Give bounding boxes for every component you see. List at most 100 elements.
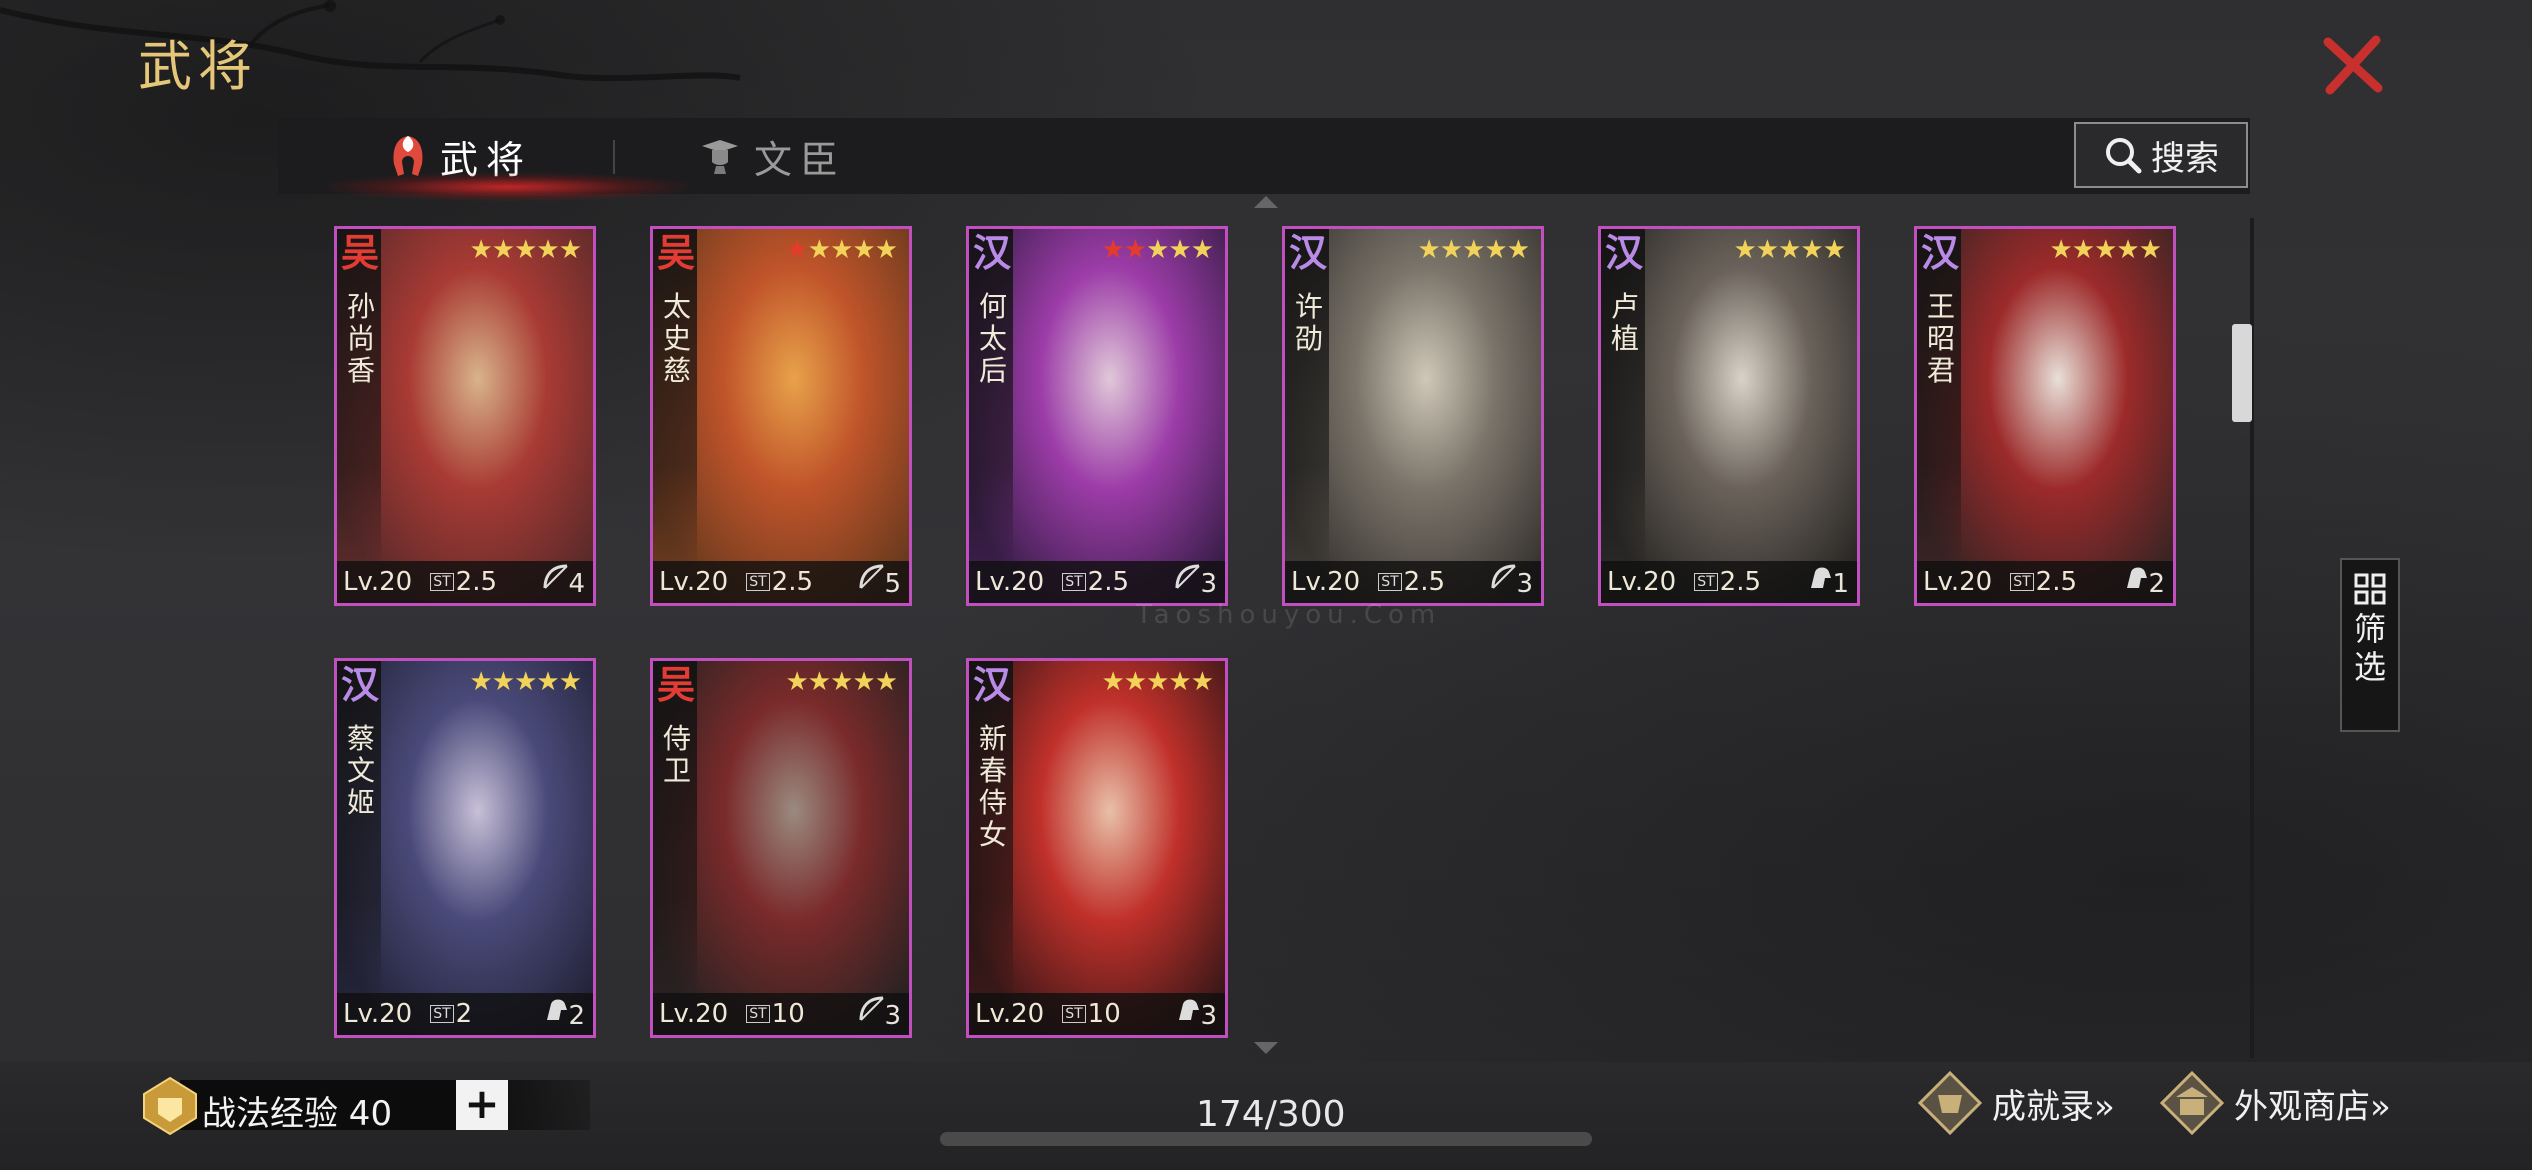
name-bar [653,661,697,1001]
filter-label: 筛选 [2354,610,2387,686]
horse-icon [1173,994,1203,1031]
cost-number: 2.5 [2035,567,2078,597]
general-card[interactable]: 汉卢植 ★★★★★ Lv.20 ST 2.5 1 [1598,226,1860,606]
add-exp-button[interactable]: + [456,1080,508,1130]
fist-icon [143,1076,197,1136]
cost-icon: ST [746,1005,770,1023]
cost-icon: ST [1378,573,1402,591]
faction-label: 汉 [973,230,1012,275]
shop-label: 外观商店» [2234,1086,2391,1127]
star-rating: ★★★★★ [469,667,582,697]
faction-label: 吴 [657,230,696,275]
general-name: 蔡文姬 [347,722,376,819]
general-card[interactable]: 汉何太后 ★★★★★ Lv.20 ST 2.5 3 [966,226,1228,606]
cost-number: 2.5 [771,567,814,597]
general-card[interactable]: 汉王昭君 ★★★★★ Lv.20 ST 2.5 2 [1914,226,2176,606]
cost-number: 2.5 [455,567,498,597]
general-name: 许劭 [1295,290,1324,355]
cost-number: 10 [1087,999,1121,1029]
cost-number: 2.5 [1403,567,1446,597]
cost-icon: ST [746,573,770,591]
general-card[interactable]: 吴侍卫 ★★★★★ Lv.20 ST 10 3 [650,658,912,1038]
name-bar [1601,229,1645,569]
star-rating: ★★★★★ [785,235,898,265]
general-card[interactable]: 汉蔡文姬 ★★★★★ Lv.20 ST 2 2 [334,658,596,1038]
achievements-label: 成就录» [1992,1086,2115,1127]
achievements-link[interactable]: 成就录» [1918,1071,2115,1135]
ink-branch-decoration [0,0,741,82]
unit-count: 3 [884,1001,901,1031]
star-rating: ★★★★★ [1101,667,1214,697]
general-name: 孙尚香 [347,290,376,387]
level-label: Lv.20 [975,567,1045,597]
general-name: 卢植 [1611,290,1640,355]
name-bar [653,229,697,569]
scroll-up-indicator [1254,196,1278,208]
level-label: Lv.20 [1607,567,1677,597]
unit-count: 3 [1516,569,1533,599]
tab-divider [613,140,615,174]
general-card[interactable]: 汉许劭 ★★★★★ Lv.20 ST 2.5 3 [1282,226,1544,606]
tab-generals[interactable]: 武将 [318,118,698,202]
name-bar [1917,229,1961,569]
search-button[interactable]: 搜索 [2074,122,2248,188]
level-label: Lv.20 [343,567,413,597]
level-label: Lv.20 [1291,567,1361,597]
level-label: Lv.20 [343,999,413,1029]
general-name: 王昭君 [1927,290,1956,387]
achievement-emblem-icon [1918,1071,1982,1135]
tab-ministers[interactable]: 文臣 [698,118,846,194]
name-bar [969,229,1013,569]
general-card[interactable]: 吴太史慈 ★★★★★ Lv.20 ST 2.5 5 [650,226,912,606]
cost-value: ST 2 [430,999,472,1029]
exp-label: 战法经验 40 [202,1094,393,1134]
star-rating: ★★★★★ [1101,235,1214,265]
bow-icon [857,994,887,1031]
bow-icon [1489,562,1519,599]
unit-count: 5 [884,569,901,599]
general-card[interactable]: 吴孙尚香 ★★★★★ Lv.20 ST 2.5 4 [334,226,596,606]
faction-label: 汉 [341,662,380,707]
faction-label: 汉 [973,662,1012,707]
level-label: Lv.20 [659,999,729,1029]
level-label: Lv.20 [1923,567,1993,597]
cost-value: ST 2.5 [2010,567,2077,597]
scroll-down-indicator [1254,1042,1278,1054]
scholar-hat-icon [702,140,738,174]
watermark: Taoshouyou.Com [1136,600,1442,630]
cost-icon: ST [2010,573,2034,591]
unit-count: 2 [568,1001,585,1031]
cost-number: 2.5 [1719,567,1762,597]
search-label: 搜索 [2151,138,2219,179]
unit-count: 4 [568,569,585,599]
cost-number: 2 [455,999,473,1029]
tab-bar: 武将 文臣 搜索 [278,118,2250,202]
general-name: 何太后 [979,290,1008,387]
faction-label: 吴 [657,662,696,707]
cost-icon: ST [430,573,454,591]
level-label: Lv.20 [975,999,1045,1029]
unit-count: 2 [2148,569,2165,599]
general-name: 太史慈 [663,290,692,387]
grid-icon [2354,573,2386,605]
filter-button[interactable]: 筛选 [2340,558,2400,732]
appearance-shop-link[interactable]: 外观商店» [2160,1071,2391,1135]
shop-pavilion-icon [2160,1071,2224,1135]
close-icon[interactable] [2318,30,2388,100]
general-card[interactable]: 汉新春侍女 ★★★★★ Lv.20 ST 10 3 [966,658,1228,1038]
cost-icon: ST [1062,1005,1086,1023]
horse-icon [1805,562,1835,599]
scrollbar-thumb[interactable] [2232,324,2252,422]
name-bar [337,661,381,1001]
page-title: 武将 [138,35,258,98]
name-bar [1285,229,1329,569]
faction-label: 汉 [1605,230,1644,275]
faction-label: 吴 [341,230,380,275]
bow-icon [857,562,887,599]
cost-value: ST 2.5 [746,567,813,597]
cost-icon: ST [430,1005,454,1023]
cost-value: ST 2.5 [1378,567,1445,597]
faction-label: 汉 [1289,230,1328,275]
horse-icon [541,994,571,1031]
general-name: 新春侍女 [979,722,1008,851]
